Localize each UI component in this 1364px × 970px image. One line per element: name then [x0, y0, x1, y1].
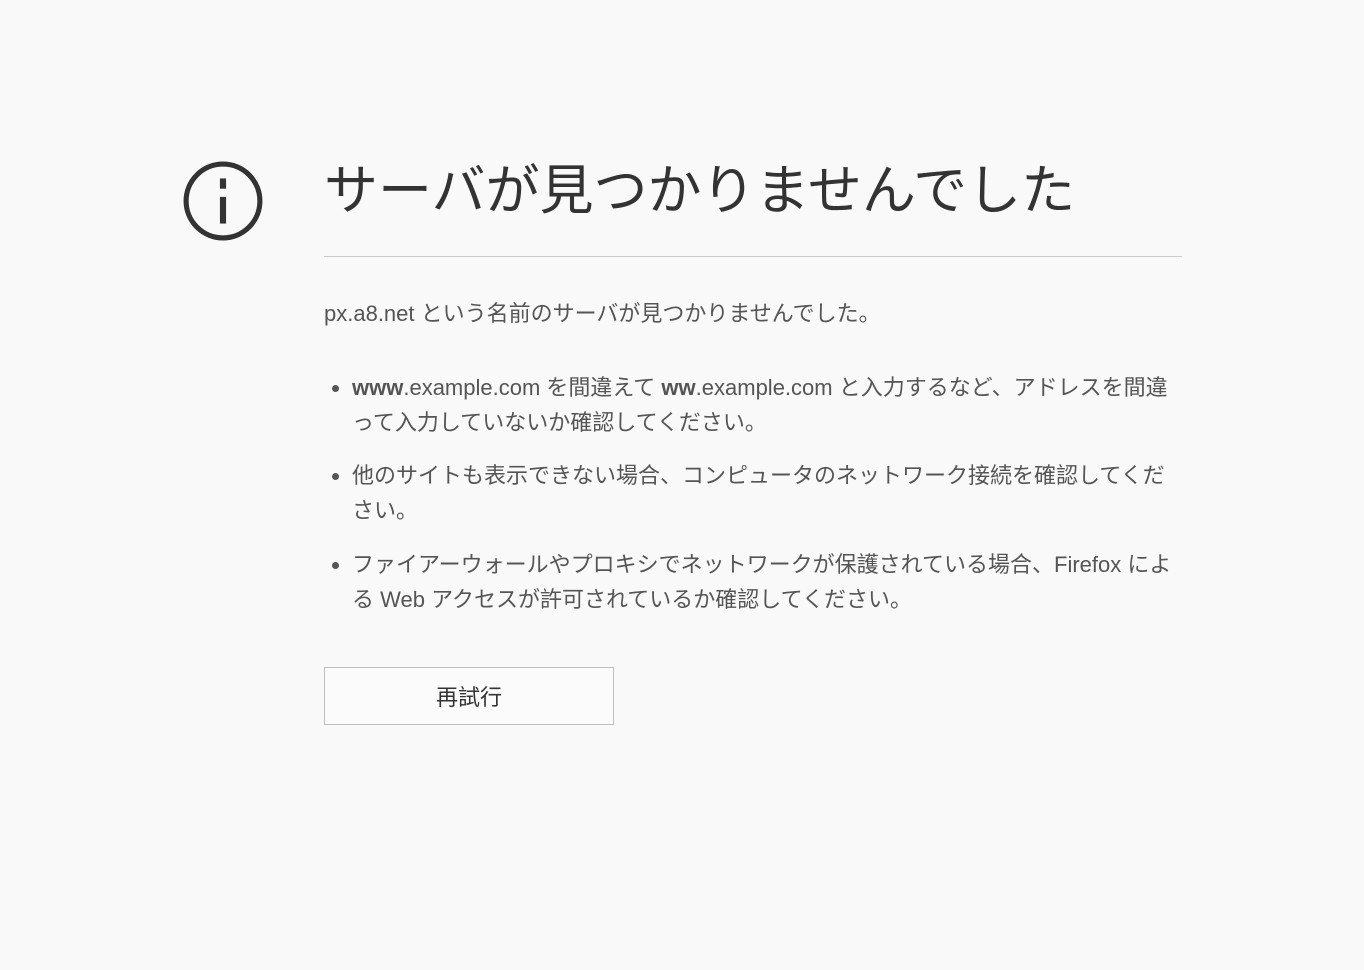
- tip-text: .example.com を間違えて: [403, 375, 661, 400]
- error-tips-list: www.example.com を間違えて ww.example.com と入力…: [324, 370, 1182, 617]
- divider: [324, 256, 1182, 257]
- tip-bold: ww: [661, 375, 695, 400]
- tip-item: ファイアーウォールやプロキシでネットワークが保護されている場合、Firefox …: [352, 547, 1182, 617]
- tip-bold: www: [352, 375, 403, 400]
- retry-button[interactable]: 再試行: [324, 667, 614, 725]
- tip-item: 他のサイトも表示できない場合、コンピュータのネットワーク接続を確認してください。: [352, 458, 1182, 528]
- error-description: px.a8.net という名前のサーバが見つかりませんでした。: [324, 297, 1182, 330]
- info-icon: [182, 160, 264, 242]
- error-page-container: サーバが見つかりませんでした px.a8.net という名前のサーバが見つかりま…: [122, 155, 1242, 970]
- error-content: サーバが見つかりませんでした px.a8.net という名前のサーバが見つかりま…: [324, 155, 1182, 725]
- error-title: サーバが見つかりませんでした: [324, 155, 1182, 228]
- tip-item: www.example.com を間違えて ww.example.com と入力…: [352, 370, 1182, 440]
